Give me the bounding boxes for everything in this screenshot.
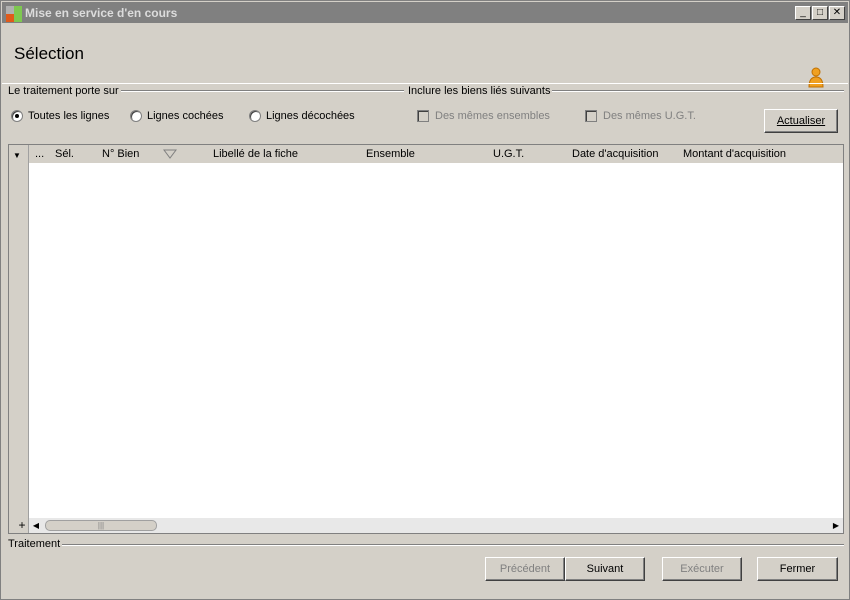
radio-all-lines[interactable]: Toutes les lignes bbox=[11, 110, 109, 122]
column-header-sel[interactable]: Sél. bbox=[55, 148, 74, 160]
scroll-right-icon[interactable]: ▶ bbox=[829, 518, 843, 533]
radio-checked-lines[interactable]: Lignes cochées bbox=[130, 110, 223, 122]
data-grid: ▼ ... Sél. N° Bien Libellé de la fiche E… bbox=[8, 144, 844, 534]
main-window: Mise en service d'en cours _ □ ✕ Sélecti… bbox=[0, 0, 850, 600]
minimize-button[interactable]: _ bbox=[795, 6, 811, 20]
checkbox-box[interactable] bbox=[417, 110, 429, 122]
footer-group-label: Traitement bbox=[8, 538, 63, 550]
radio-label: Lignes cochées bbox=[147, 110, 224, 122]
column-header-more[interactable]: ... bbox=[35, 148, 44, 160]
close-window-button[interactable]: ✕ bbox=[829, 6, 845, 20]
radio-circle[interactable] bbox=[130, 110, 142, 122]
page-title: Sélection bbox=[14, 44, 84, 63]
title-bar[interactable]: Mise en service d'en cours _ □ ✕ bbox=[2, 2, 848, 23]
filter-icon[interactable] bbox=[163, 149, 177, 159]
footer-group-line bbox=[8, 544, 844, 546]
checkbox-label: Des mêmes U.G.T. bbox=[603, 110, 696, 122]
column-header-ugt[interactable]: U.G.T. bbox=[493, 148, 524, 160]
maximize-button[interactable]: □ bbox=[812, 6, 828, 20]
radio-unchecked-lines[interactable]: Lignes décochées bbox=[249, 110, 355, 122]
add-row-icon[interactable]: + bbox=[15, 518, 29, 533]
column-chooser-icon[interactable]: ▼ bbox=[13, 151, 21, 160]
column-header-montant-acquisition[interactable]: Montant d'acquisition bbox=[683, 148, 786, 160]
header-separator bbox=[2, 83, 848, 84]
radio-circle[interactable] bbox=[249, 110, 261, 122]
scroll-thumb[interactable]: ||| bbox=[45, 520, 157, 531]
radio-circle[interactable] bbox=[11, 110, 23, 122]
column-header-libelle[interactable]: Libellé de la fiche bbox=[213, 148, 298, 160]
page-header: Sélection bbox=[2, 23, 848, 88]
checkbox-box[interactable] bbox=[585, 110, 597, 122]
grid-header: ... Sél. N° Bien Libellé de la fiche Ens… bbox=[29, 145, 843, 164]
column-header-no-bien[interactable]: N° Bien bbox=[102, 148, 139, 160]
previous-button[interactable]: Précédent bbox=[485, 557, 565, 581]
execute-button[interactable]: Exécuter bbox=[662, 557, 742, 581]
window-title: Mise en service d'en cours bbox=[25, 6, 178, 20]
scroll-left-icon[interactable]: ◀ bbox=[29, 518, 43, 533]
actualiser-button[interactable]: Actualiser bbox=[764, 109, 838, 133]
radio-label: Toutes les lignes bbox=[28, 110, 110, 122]
checkbox-label: Des mêmes ensembles bbox=[435, 110, 550, 122]
treatment-group-label: Le traitement porte sur bbox=[8, 85, 121, 97]
actualiser-label: Actualiser bbox=[776, 115, 826, 127]
grid-gutter: ▼ bbox=[9, 145, 29, 533]
app-icon bbox=[6, 6, 22, 22]
linked-group-label: Inclure les biens liés suivants bbox=[408, 85, 553, 97]
checkbox-same-sets[interactable]: Des mêmes ensembles bbox=[417, 110, 550, 122]
close-button[interactable]: Fermer bbox=[757, 557, 838, 581]
grid-body[interactable] bbox=[29, 164, 843, 519]
column-header-ensemble[interactable]: Ensemble bbox=[366, 148, 415, 160]
horizontal-scrollbar[interactable]: + ◀ ||| ▶ bbox=[18, 518, 843, 533]
column-header-date-acquisition[interactable]: Date d'acquisition bbox=[572, 148, 659, 160]
user-icon[interactable] bbox=[807, 66, 825, 90]
checkbox-same-ugt[interactable]: Des mêmes U.G.T. bbox=[585, 110, 696, 122]
next-button[interactable]: Suivant bbox=[565, 557, 645, 581]
radio-label: Lignes décochées bbox=[266, 110, 355, 122]
